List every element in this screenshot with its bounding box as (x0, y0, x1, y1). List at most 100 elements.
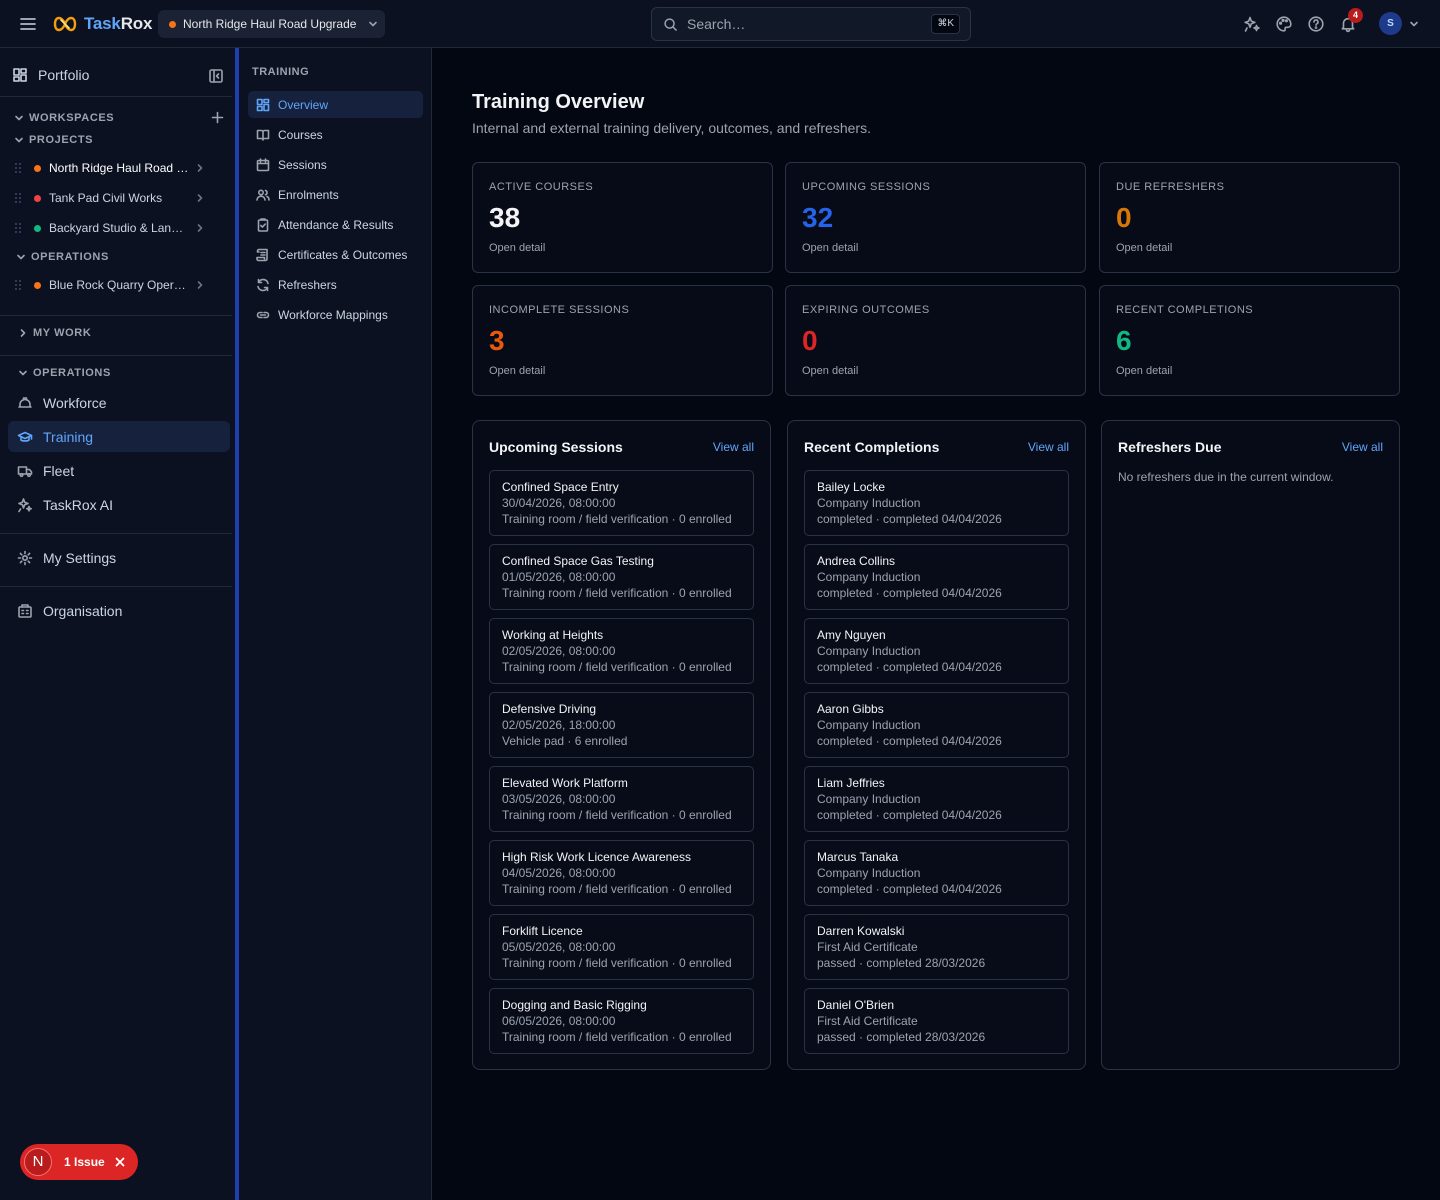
subnav-item-label: Enrolments (278, 187, 339, 202)
open-detail-link[interactable]: Open detail (802, 242, 858, 254)
completion-item[interactable]: Marcus Tanaka Company Induction completed … (804, 840, 1069, 906)
subnav-item-workforce-mappings[interactable]: Workforce Mappings (248, 301, 423, 328)
subnav-item-overview[interactable]: Overview (248, 91, 423, 118)
portfolio-link[interactable]: Portfolio (12, 67, 89, 83)
subnav-item-refreshers[interactable]: Refreshers (248, 271, 423, 298)
open-detail-link[interactable]: Open detail (489, 242, 545, 254)
search-shortcut: ⌘K (931, 14, 960, 34)
session-meta: Training room / field verification · 0 e… (502, 882, 732, 896)
session-item[interactable]: Confined Space Entry 30/04/2026, 08:00:00… (489, 470, 754, 536)
chevron-right-icon[interactable] (195, 193, 205, 203)
view-all-link[interactable]: View all (1342, 440, 1383, 454)
view-all-link[interactable]: View all (1028, 440, 1069, 454)
drag-handle-icon[interactable] (14, 279, 22, 291)
subnav-item-attendance[interactable]: Attendance & Results (248, 211, 423, 238)
search-box[interactable]: ⌘K (651, 7, 971, 41)
open-detail-link[interactable]: Open detail (489, 365, 545, 377)
person-name: Liam Jeffries (817, 776, 885, 790)
subnav-item-courses[interactable]: Courses (248, 121, 423, 148)
project-label: Tank Pad Civil Works (49, 191, 163, 205)
completion-item[interactable]: Andrea Collins Company Induction completed… (804, 544, 1069, 610)
upcoming-sessions-panel: Upcoming Sessions View all Confined Spac… (472, 420, 771, 1070)
completion-item[interactable]: Liam Jeffries Company Induction completed … (804, 766, 1069, 832)
person-name: Amy Nguyen (817, 628, 886, 642)
project-item[interactable]: Backyard Studio & Landscaping (14, 216, 220, 240)
chevron-right-icon[interactable] (195, 280, 205, 290)
project-item[interactable]: Blue Rock Quarry Operations (14, 273, 220, 297)
session-date: 04/05/2026, 08:00:00 (502, 866, 616, 880)
refreshers-due-panel: Refreshers Due View all No refreshers du… (1101, 420, 1400, 1070)
open-detail-link[interactable]: Open detail (802, 365, 858, 377)
projects-header[interactable]: PROJECTS (14, 134, 93, 146)
sidebar-item-label: My Settings (43, 549, 117, 566)
session-item[interactable]: Working at Heights 02/05/2026, 08:00:00 Tr… (489, 618, 754, 684)
subnav-item-sessions[interactable]: Sessions (248, 151, 423, 178)
project-item[interactable]: North Ridge Haul Road Upgrade (14, 156, 220, 180)
session-item[interactable]: Forklift Licence 05/05/2026, 08:00:00 Trai… (489, 914, 754, 980)
chevron-down-icon (16, 252, 26, 262)
completion-item[interactable]: Amy Nguyen Company Induction completed · c… (804, 618, 1069, 684)
subnav-item-certificates[interactable]: Certificates & Outcomes (248, 241, 423, 268)
drag-handle-icon[interactable] (14, 192, 22, 204)
palette-icon[interactable] (1275, 15, 1293, 33)
stat-card-expiring-outcomes[interactable]: EXPIRING OUTCOMES 0 Open detail (785, 285, 1086, 396)
session-item[interactable]: Defensive Driving 02/05/2026, 18:00:00 Veh… (489, 692, 754, 758)
completion-item[interactable]: Aaron Gibbs Company Induction completed · … (804, 692, 1069, 758)
stat-card-active-courses[interactable]: ACTIVE COURSES 38 Open detail (472, 162, 773, 273)
completion-item[interactable]: Darren Kowalski First Aid Certificate pass… (804, 914, 1069, 980)
divider (0, 315, 232, 316)
brand-name[interactable]: TaskRox (84, 14, 152, 34)
project-item[interactable]: Tank Pad Civil Works (14, 186, 220, 210)
sidebar-item-taskrox-ai[interactable]: TaskRox AI (8, 489, 230, 520)
session-item[interactable]: Elevated Work Platform 03/05/2026, 08:00:… (489, 766, 754, 832)
close-icon[interactable] (114, 1156, 126, 1168)
session-date: 03/05/2026, 08:00:00 (502, 792, 616, 806)
subnav-item-enrolments[interactable]: Enrolments (248, 181, 423, 208)
drag-handle-icon[interactable] (14, 222, 22, 234)
sidebar-item-my-settings[interactable]: My Settings (8, 542, 230, 573)
open-detail-link[interactable]: Open detail (1116, 365, 1172, 377)
workspaces-header[interactable]: WORKSPACES (14, 112, 114, 124)
stat-card-incomplete-sessions[interactable]: INCOMPLETE SESSIONS 3 Open detail (472, 285, 773, 396)
stat-card-recent-completions[interactable]: RECENT COMPLETIONS 6 Open detail (1099, 285, 1400, 396)
project-color-dot (34, 194, 41, 202)
chevron-down-icon[interactable] (1408, 18, 1420, 30)
page-title: Training Overview (472, 91, 645, 113)
chevron-right-icon[interactable] (195, 163, 205, 173)
chevron-right-icon[interactable] (195, 223, 205, 233)
completion-status: completed · completed 04/04/2026 (817, 882, 1002, 896)
menu-icon[interactable] (18, 14, 38, 34)
project-color-dot (34, 281, 41, 289)
add-workspace-icon[interactable] (211, 111, 224, 124)
session-item[interactable]: High Risk Work Licence Awareness 04/05/20… (489, 840, 754, 906)
project-switcher[interactable]: North Ridge Haul Road Upgrade (158, 10, 385, 38)
search-input[interactable] (687, 16, 927, 32)
stat-card-upcoming-sessions[interactable]: UPCOMING SESSIONS 32 Open detail (785, 162, 1086, 273)
operations-projects-header[interactable]: OPERATIONS (16, 251, 109, 263)
help-icon[interactable] (1307, 15, 1325, 33)
completion-item[interactable]: Bailey Locke Company Induction completed ·… (804, 470, 1069, 536)
drag-handle-icon[interactable] (14, 162, 22, 174)
user-avatar[interactable]: S (1379, 12, 1402, 35)
sidebar-collapse-icon[interactable] (208, 68, 224, 84)
session-meta: Training room / field verification · 0 e… (502, 956, 732, 970)
sidebar-item-training[interactable]: Training (8, 421, 230, 452)
session-item[interactable]: Dogging and Basic Rigging 06/05/2026, 08:… (489, 988, 754, 1054)
project-label: Backyard Studio & Landscaping (49, 221, 189, 235)
session-item[interactable]: Confined Space Gas Testing 01/05/2026, 08… (489, 544, 754, 610)
sparkles-icon[interactable] (1243, 15, 1261, 33)
sidebar-item-organisation[interactable]: Organisation (8, 595, 230, 626)
sidebar-item-workforce[interactable]: Workforce (8, 387, 230, 418)
view-all-link[interactable]: View all (713, 440, 754, 454)
course-name: Company Induction (817, 792, 921, 806)
stat-card-due-refreshers[interactable]: DUE REFRESHERS 0 Open detail (1099, 162, 1400, 273)
completion-item[interactable]: Daniel O'Brien First Aid Certificate passe… (804, 988, 1069, 1054)
issues-indicator[interactable]: N 1 Issue (20, 1144, 138, 1180)
dashboard-icon (256, 98, 270, 112)
operations-nav-header[interactable]: OPERATIONS (18, 367, 111, 379)
sidebar-item-label: TaskRox AI (43, 496, 114, 513)
training-subnav: TRAINING Overview Courses Sessions Enrol… (239, 48, 432, 1200)
open-detail-link[interactable]: Open detail (1116, 242, 1172, 254)
my-work-header[interactable]: MY WORK (18, 327, 91, 339)
sidebar-item-fleet[interactable]: Fleet (8, 455, 230, 486)
